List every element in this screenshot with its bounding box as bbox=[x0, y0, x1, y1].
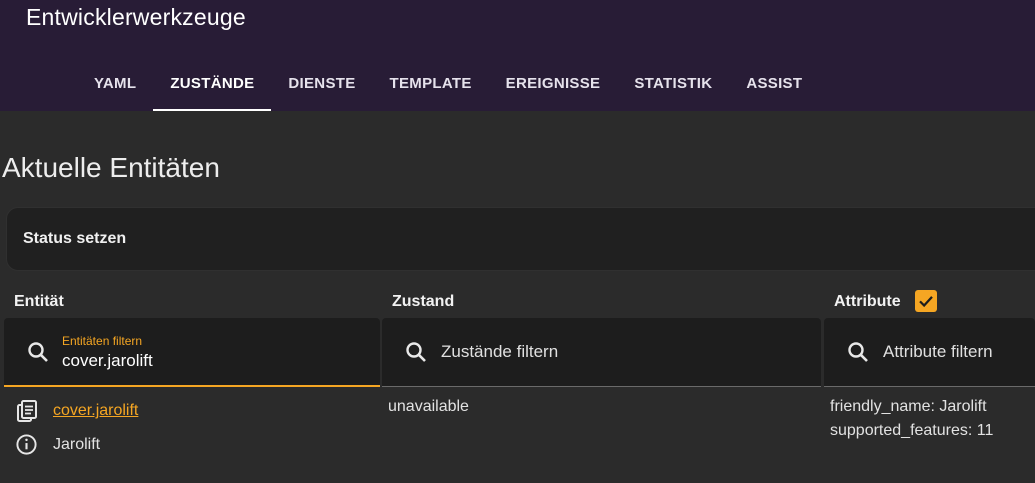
entity-state: unavailable bbox=[388, 398, 469, 415]
app-title: Entwicklerwerkzeuge bbox=[26, 4, 246, 30]
entity-filter-input[interactable] bbox=[62, 351, 362, 371]
tab-statistik[interactable]: STATISTIK bbox=[617, 56, 729, 111]
page-title: Aktuelle Entitäten bbox=[2, 152, 220, 183]
tab-yaml[interactable]: YAML bbox=[77, 56, 153, 111]
clipboard-icon[interactable] bbox=[15, 399, 39, 423]
tab-zustaende[interactable]: ZUSTÄNDE bbox=[153, 56, 272, 111]
app-header: Entwicklerwerkzeuge YAML ZUSTÄNDE DIENST… bbox=[0, 0, 1035, 111]
tab-template[interactable]: TEMPLATE bbox=[373, 56, 489, 111]
tab-bar: YAML ZUSTÄNDE DIENSTE TEMPLATE EREIGNISS… bbox=[77, 56, 819, 111]
entity-attribute: supported_features: 11 bbox=[830, 422, 994, 439]
tab-ereignisse[interactable]: EREIGNISSE bbox=[489, 56, 618, 111]
set-state-panel[interactable]: Status setzen bbox=[6, 207, 1035, 271]
tab-assist[interactable]: ASSIST bbox=[729, 56, 819, 111]
column-header-attributes: Attribute bbox=[834, 293, 901, 310]
state-filter-placeholder: Zustände filtern bbox=[441, 342, 559, 361]
tab-dienste[interactable]: DIENSTE bbox=[271, 56, 372, 111]
info-icon[interactable] bbox=[15, 433, 38, 456]
entity-id-link[interactable]: cover.jarolift bbox=[53, 402, 138, 420]
search-icon bbox=[28, 342, 48, 362]
entity-friendly-name: Jarolift bbox=[53, 436, 101, 453]
attributes-filter[interactable]: Attribute filtern bbox=[824, 318, 1035, 387]
set-state-label: Status setzen bbox=[23, 230, 127, 247]
entity-filter-label: Entitäten filtern bbox=[62, 334, 143, 348]
attributes-filter-placeholder: Attribute filtern bbox=[883, 342, 993, 361]
column-header-state: Zustand bbox=[392, 293, 455, 310]
search-icon bbox=[406, 342, 426, 362]
entity-attribute: friendly_name: Jarolift bbox=[830, 398, 987, 415]
state-filter[interactable]: Zustände filtern bbox=[382, 318, 821, 387]
entity-filter[interactable]: Entitäten filtern bbox=[4, 318, 380, 387]
column-header-entity: Entität bbox=[14, 293, 64, 310]
search-icon bbox=[848, 342, 868, 362]
check-icon bbox=[919, 296, 933, 308]
attributes-checkbox[interactable] bbox=[915, 290, 937, 312]
